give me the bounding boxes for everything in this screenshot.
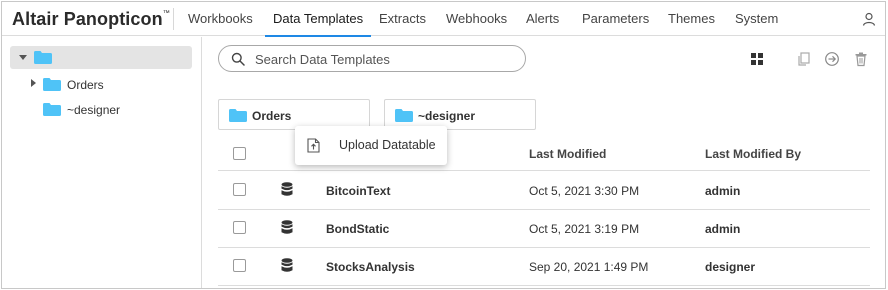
column-last-modified[interactable]: Last Modified [529, 147, 606, 161]
row-name[interactable]: BondStatic [326, 222, 389, 236]
database-icon [281, 182, 293, 196]
row-checkbox[interactable] [233, 221, 246, 234]
top-nav-bar: Altair Panopticon™ Workbooks Data Templa… [2, 2, 885, 37]
folder-card-label: ~designer [418, 109, 476, 123]
tab-webhooks[interactable]: Webhooks [446, 2, 507, 36]
brand-logo: Altair Panopticon™ [12, 9, 170, 29]
tab-themes[interactable]: Themes [668, 2, 715, 36]
row-name[interactable]: StocksAnalysis [326, 260, 415, 274]
row-last-modified: Sep 20, 2021 1:49 PM [529, 260, 649, 274]
brand-divider [173, 8, 174, 30]
search-icon [231, 52, 245, 66]
copy-icon[interactable] [796, 51, 812, 67]
tree-item-label: ~designer [67, 103, 121, 117]
row-checkbox[interactable] [233, 259, 246, 272]
delete-icon[interactable] [853, 51, 869, 67]
move-icon[interactable] [824, 51, 840, 67]
row-last-modified-by: admin [705, 184, 741, 198]
context-menu: Upload Datatable [295, 126, 447, 165]
folder-icon [43, 103, 61, 116]
folder-icon [34, 51, 52, 64]
tab-data-templates[interactable]: Data Templates [264, 2, 372, 37]
search-placeholder: Search Data Templates [255, 52, 390, 67]
column-last-modified-by[interactable]: Last Modified By [705, 147, 801, 161]
row-last-modified-by: admin [705, 222, 741, 236]
table-row[interactable]: BondStatic Oct 5, 2021 3:19 PM admin [218, 210, 870, 248]
app-window: Altair Panopticon™ Workbooks Data Templa… [1, 1, 886, 289]
database-icon [281, 220, 293, 234]
row-name[interactable]: BitcoinText [326, 184, 390, 198]
grid-view-icon[interactable] [749, 51, 765, 67]
select-all-checkbox[interactable] [233, 147, 246, 160]
folder-icon [395, 109, 413, 122]
caret-right-icon[interactable] [31, 79, 36, 87]
menu-item-label: Upload Datatable [339, 138, 436, 152]
database-icon [281, 258, 293, 272]
tab-parameters[interactable]: Parameters [582, 2, 649, 36]
table-row[interactable]: StocksAnalysis Sep 20, 2021 1:49 PM desi… [218, 248, 870, 286]
folder-tree-panel: Orders ~designer [2, 37, 202, 288]
table-row[interactable]: BitcoinText Oct 5, 2021 3:30 PM admin [218, 172, 870, 210]
tab-alerts[interactable]: Alerts [526, 2, 559, 36]
caret-down-icon[interactable] [19, 55, 27, 60]
row-checkbox[interactable] [233, 183, 246, 196]
row-last-modified: Oct 5, 2021 3:30 PM [529, 184, 640, 198]
search-input[interactable]: Search Data Templates [218, 45, 526, 72]
tab-system[interactable]: System [735, 2, 778, 36]
folder-icon [43, 78, 61, 91]
row-last-modified: Oct 5, 2021 3:19 PM [529, 222, 640, 236]
user-icon[interactable] [862, 12, 876, 26]
row-last-modified-by: designer [705, 260, 756, 274]
tab-extracts[interactable]: Extracts [379, 2, 426, 36]
folder-card-label: Orders [252, 109, 292, 123]
tab-workbooks[interactable]: Workbooks [188, 2, 253, 36]
tree-item-label: Orders [67, 78, 104, 92]
tree-root-item[interactable] [10, 46, 192, 69]
folder-icon [229, 109, 247, 122]
upload-file-icon [307, 138, 320, 153]
